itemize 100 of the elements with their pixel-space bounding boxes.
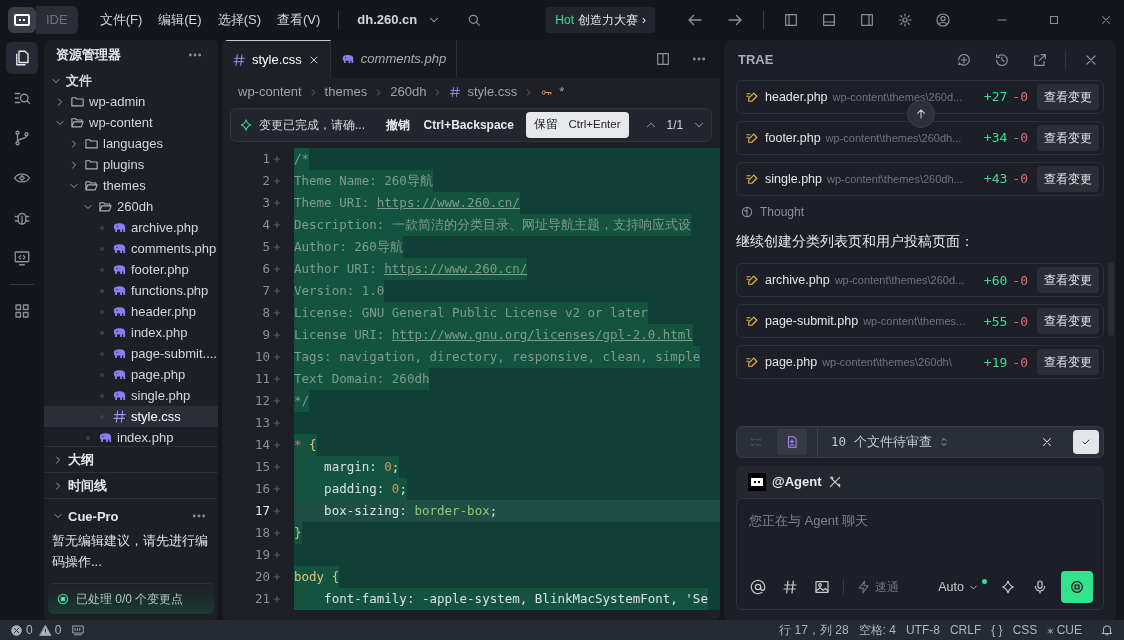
- tree-item[interactable]: index.php: [44, 322, 218, 343]
- stop-button[interactable]: [1061, 571, 1093, 603]
- line-number: 5: [261, 237, 270, 256]
- view-changes-button[interactable]: 查看变更: [1037, 84, 1099, 110]
- record-icon[interactable]: [1069, 579, 1085, 595]
- tree-item[interactable]: footer.php: [44, 259, 218, 280]
- review-selector[interactable]: 10 个文件待审查: [828, 429, 1031, 455]
- tree-item[interactable]: style.css: [44, 406, 218, 427]
- added-count: +55: [983, 312, 1008, 331]
- chevron-right-icon: ›: [642, 11, 646, 29]
- view-changes-button[interactable]: 查看变更: [1037, 308, 1099, 335]
- branch-icon[interactable]: [13, 129, 31, 147]
- status-item[interactable]: { }: [991, 621, 1003, 639]
- removed-count: -0: [1012, 353, 1028, 372]
- section-header[interactable]: 大纲: [44, 446, 218, 473]
- tree-item[interactable]: header.php: [44, 301, 218, 322]
- tree-item[interactable]: single.php: [44, 385, 218, 406]
- tools-icon: [827, 475, 842, 489]
- checklist-icon[interactable]: [749, 435, 763, 449]
- edit-icon: [745, 130, 760, 146]
- line-number: 7: [261, 281, 270, 300]
- menu-item[interactable]: 编辑(E): [152, 6, 208, 34]
- logo-icon: [8, 7, 36, 33]
- section-header[interactable]: 时间线: [44, 472, 218, 499]
- status-item[interactable]: CRLF: [949, 621, 982, 639]
- mode-button[interactable]: 速通: [854, 575, 902, 599]
- terminal-icon[interactable]: [71, 623, 86, 637]
- message-text: 继续创建分类列表页和用户投稿页面：: [736, 233, 975, 251]
- status-item[interactable]: UTF-8: [905, 621, 940, 639]
- section-header[interactable]: Cue-Pro: [44, 503, 218, 530]
- section-title: Cue-Pro: [68, 507, 119, 526]
- tree-item[interactable]: wp-content: [44, 112, 218, 133]
- files-icon[interactable]: [6, 42, 38, 74]
- line-number: 1: [261, 149, 270, 168]
- accept-button[interactable]: [1073, 430, 1099, 454]
- edit-icon: [745, 354, 760, 370]
- tree-item[interactable]: wp-admin: [44, 91, 218, 112]
- file-path: wp-content\themes\260d...: [834, 273, 965, 288]
- change-message: 变更已完成，请确...: [259, 117, 365, 134]
- view-changes-button[interactable]: 查看变更: [1037, 125, 1099, 151]
- menu-item[interactable]: 文件(F): [93, 6, 149, 34]
- removed-count: -0: [1012, 170, 1028, 189]
- breadcrumb-item[interactable]: style.css: [467, 82, 518, 102]
- breadcrumb-item[interactable]: themes: [324, 82, 368, 102]
- folder-icon: [70, 115, 85, 130]
- view-changes-button[interactable]: 查看变更: [1037, 166, 1099, 192]
- menu-item[interactable]: 选择(S): [211, 6, 267, 34]
- section-header[interactable]: 文件: [44, 70, 218, 91]
- added-count: +43: [983, 170, 1008, 189]
- bell-icon[interactable]: [1100, 623, 1114, 637]
- added-count: +34: [983, 129, 1008, 148]
- line-number: 16: [253, 479, 270, 498]
- breadcrumb-item[interactable]: 260dh: [390, 82, 427, 102]
- project-selector[interactable]: dh.260.cn: [351, 6, 424, 34]
- status-item[interactable]: 空格: 4: [858, 621, 896, 639]
- view-changes-button[interactable]: 查看变更: [1037, 349, 1099, 376]
- tree-item[interactable]: themes: [44, 175, 218, 196]
- tree-item[interactable]: languages: [44, 133, 218, 154]
- sidebar-title: 资源管理器: [56, 46, 121, 65]
- file-path: wp-content\themes\260dh...: [827, 171, 963, 187]
- tree-item[interactable]: plugins: [44, 154, 218, 175]
- elephant-icon: [112, 241, 127, 256]
- menu-item[interactable]: 查看(V): [270, 6, 327, 34]
- thought-toggle[interactable]: Thought: [736, 203, 1104, 221]
- hot-label: Hot: [555, 12, 574, 29]
- line-number: 2: [261, 171, 270, 190]
- error-count[interactable]: 0: [10, 621, 33, 639]
- file-diff-icon[interactable]: [785, 435, 799, 449]
- chat-input[interactable]: 您正在与 Agent 聊天 速通 Auto: [736, 498, 1104, 610]
- elephant-icon: [112, 283, 127, 298]
- keep-button[interactable]: 保留 Ctrl+Enter: [526, 112, 629, 138]
- file-diff-button[interactable]: [777, 429, 807, 455]
- tree-item[interactable]: page-submit....: [44, 343, 218, 364]
- breadcrumb-item[interactable]: wp-content: [238, 82, 302, 102]
- elephant-icon: [112, 367, 127, 382]
- status-item[interactable]: CSS: [1012, 621, 1038, 639]
- tree-item[interactable]: page.php: [44, 364, 218, 385]
- added-count: +19: [983, 353, 1008, 372]
- added-count: +60: [983, 271, 1008, 290]
- removed-count: -0: [1012, 271, 1028, 290]
- model-selector[interactable]: Auto: [935, 574, 982, 600]
- tree-item[interactable]: comments.php: [44, 238, 218, 259]
- warning-count[interactable]: 0: [38, 621, 62, 639]
- tree-item[interactable]: index.php: [44, 427, 218, 447]
- status-item[interactable]: ⁎ CUE: [1047, 621, 1082, 639]
- promo-button[interactable]: Hot 创造力大赛 ›: [546, 7, 655, 33]
- split-icon[interactable]: [655, 51, 671, 67]
- tree-item[interactable]: functions.php: [44, 280, 218, 301]
- folder-icon: [84, 136, 99, 151]
- tree-item[interactable]: archive.php: [44, 217, 218, 238]
- files-icon[interactable]: [13, 49, 31, 67]
- view-changes-button[interactable]: 查看变更: [1037, 267, 1099, 294]
- edit-icon: [745, 89, 760, 105]
- grid-icon[interactable]: [13, 302, 31, 320]
- breadcrumb-item[interactable]: *: [559, 82, 565, 102]
- monitor-icon[interactable]: [13, 249, 31, 267]
- tree-item[interactable]: 260dh: [44, 196, 218, 217]
- undo-button[interactable]: 撤销 Ctrl+Backspace: [379, 112, 521, 138]
- status-item[interactable]: 行 17，列 28: [779, 621, 849, 639]
- editor-tab[interactable]: style.css: [222, 40, 331, 78]
